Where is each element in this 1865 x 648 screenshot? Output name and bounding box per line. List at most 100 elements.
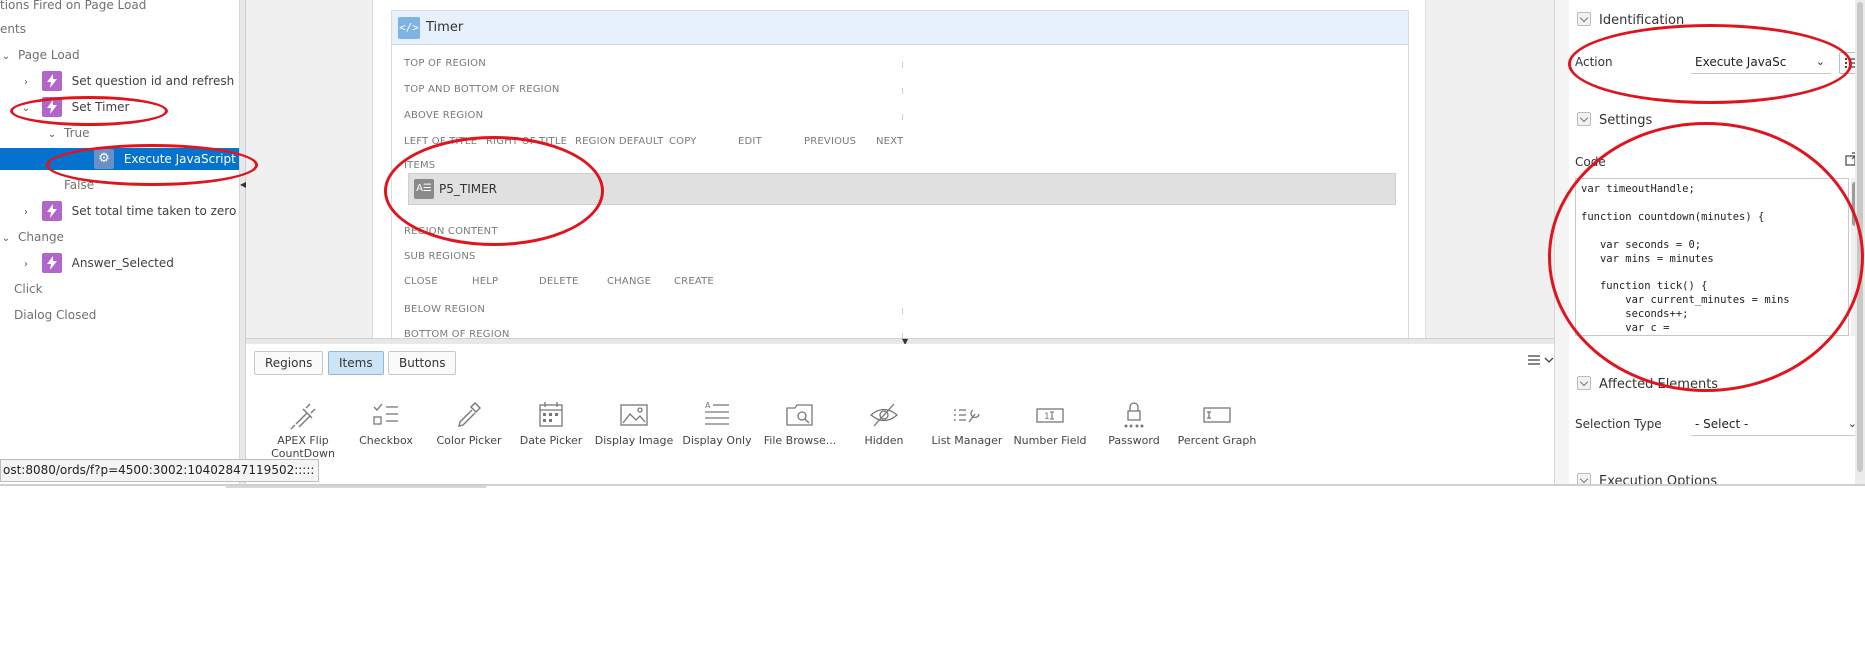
tree-node-click[interactable]: Click [14,278,43,300]
position-right-of-title[interactable]: RIGHT OF TITLE [486,136,567,147]
scrollbar-thumb[interactable] [1857,2,1863,472]
gallery-item-label: List Manager [931,434,1003,447]
number-field-icon: 1 [1036,408,1064,423]
section-execution-options[interactable]: Execution Options [1569,469,1865,484]
tree-node-page-load[interactable]: ⌄ Page Load [0,44,80,66]
position-previous[interactable]: PREVIOUS [804,136,856,147]
status-url-tooltip: ost:8080/ords/f?p=4500:3002:104028471195… [0,459,320,482]
tree-node-true[interactable]: ⌄ True [46,122,90,144]
chevron-down-icon[interactable] [1577,11,1591,26]
section-title: Identification [1599,13,1685,28]
chevron-down-icon[interactable]: ⌄ [20,98,32,120]
gallery-item-number-field[interactable]: 1 Number Field [1002,400,1098,447]
tree-node-set-timer[interactable]: ⌄ Set Timer [20,96,129,118]
gallery-item-display-only[interactable]: A Display Only [669,400,765,447]
tree-node-false[interactable]: False [64,174,94,196]
tree-node-answer-selected[interactable]: › Answer_Selected [20,252,174,274]
chevron-right-icon[interactable]: › [20,72,32,94]
eyedropper-icon [458,402,481,427]
image-icon [620,404,648,426]
tree-node-label: Set Timer [71,100,130,114]
property-editor: Identification Action Execute JavaSc ⌄ S… [1554,0,1865,484]
region-timer[interactable]: </> Timer TOP OF REGION TOP AND BOTTOM O… [391,10,1409,340]
lock-icon [1124,402,1144,428]
gallery-item-password[interactable]: Password [1086,400,1182,447]
tree-node-set-question-id[interactable]: › Set question id and refresh [20,70,234,92]
gallery-item-date-picker[interactable]: Date Picker [503,400,599,447]
section-identification[interactable]: Identification [1569,8,1865,34]
chevron-down-icon: ⌄ [1815,55,1825,68]
region-title-bar[interactable]: </> Timer [392,11,1408,45]
tree-node-label: Change [18,230,64,244]
tree-node-actions-fired[interactable]: tions Fired on Page Load [0,0,146,16]
gallery-item-apex-flip-countdown[interactable]: APEX Flip CountDown [255,400,351,460]
tab-buttons[interactable]: Buttons [388,351,457,375]
list-wrench-icon [954,409,980,423]
section-affected-elements[interactable]: Affected Elements [1569,372,1865,398]
calendar-icon [539,402,563,427]
position-edit[interactable]: EDIT [738,136,762,147]
gallery-item-label: Percent Graph [1177,434,1257,447]
text-field-icon: A☰ [414,179,434,199]
position-copy[interactable]: COPY [669,136,697,147]
gear-icon: ⚙ [94,148,114,169]
position-left-of-title[interactable]: LEFT OF TITLE [404,136,477,147]
tree-node-set-total-time[interactable]: › Set total time taken to zero [20,200,236,222]
chevron-down-icon[interactable] [1577,111,1591,126]
tree-node-change[interactable]: ⌄ Change [0,226,64,248]
position-top-and-bottom[interactable]: TOP AND BOTTOM OF REGION [404,84,560,95]
gallery-item-checkbox[interactable]: Checkbox [338,400,434,447]
chevron-down-icon[interactable] [1577,472,1591,484]
position-region-content[interactable]: REGION CONTENT [404,226,498,237]
gallery-item-label: Hidden [864,434,904,447]
position-create[interactable]: CREATE [674,276,714,287]
gallery-item-label: Date Picker [519,434,583,447]
tab-regions[interactable]: Regions [254,351,324,375]
selection-type-select[interactable]: - Select - ⌄ [1691,414,1863,436]
position-delete[interactable]: DELETE [539,276,579,287]
property-editor-scrollbar[interactable] [1855,0,1865,484]
tree-node-label: ents [0,22,26,36]
gallery-item-label: Display Only [682,434,752,447]
region-title: Timer [426,20,464,35]
position-change[interactable]: CHANGE [607,276,651,287]
code-editor[interactable]: var timeoutHandle; function countdown(mi… [1575,178,1849,336]
section-settings[interactable]: Settings [1569,108,1865,134]
position-above-region[interactable]: ABOVE REGION [404,110,483,121]
position-below-region[interactable]: BELOW REGION [404,304,485,315]
chevron-down-icon[interactable]: ⌄ [0,228,12,250]
position-top-of-region[interactable]: TOP OF REGION [404,58,486,69]
action-select[interactable]: Execute JavaSc ⌄ [1691,52,1831,74]
gallery-item-hidden[interactable]: Hidden [836,400,932,447]
tree-node-label: False [64,178,95,192]
section-title: Affected Elements [1599,377,1719,392]
position-close[interactable]: CLOSE [404,276,438,287]
gallery-item-percent-graph[interactable]: Percent Graph [1169,400,1265,447]
position-sub-regions[interactable]: SUB REGIONS [404,251,476,262]
gallery-item-file-browse[interactable]: File Browse... [752,400,848,447]
tree-node-label: Click [14,282,43,296]
gallery-item-display-image[interactable]: Display Image [586,400,682,447]
checkbox-icon [373,403,398,425]
position-help[interactable]: HELP [472,276,498,287]
tree-node-events[interactable]: ents [0,18,26,40]
chevron-right-icon[interactable]: › [20,254,32,276]
position-next[interactable]: NEXT [876,136,903,147]
item-p5-timer[interactable]: A☰ P5_TIMER [408,173,1396,205]
plug-icon [290,403,316,430]
position-items[interactable]: ITEMS [404,160,435,171]
tree-node-dialog-closed[interactable]: Dialog Closed [14,304,96,326]
chevron-right-icon[interactable]: › [20,202,32,224]
action-select-value: Execute JavaSc [1695,55,1787,69]
position-region-default[interactable]: REGION DEFAULT [575,136,664,147]
chevron-down-icon[interactable]: ⌄ [46,124,58,146]
chevron-down-icon[interactable] [1577,375,1591,390]
tree-node-execute-javascript[interactable]: ⚙ Execute JavaScript Code [0,148,239,170]
position-divider [902,62,903,68]
tab-items[interactable]: Items [328,351,384,375]
gallery-item-label: Checkbox [359,434,413,447]
gallery-item-label: APEX Flip CountDown [271,434,335,460]
gallery-item-list-manager[interactable]: List Manager [919,400,1015,447]
chevron-down-icon[interactable]: ⌄ [0,46,12,68]
percent-graph-icon [1203,407,1231,423]
